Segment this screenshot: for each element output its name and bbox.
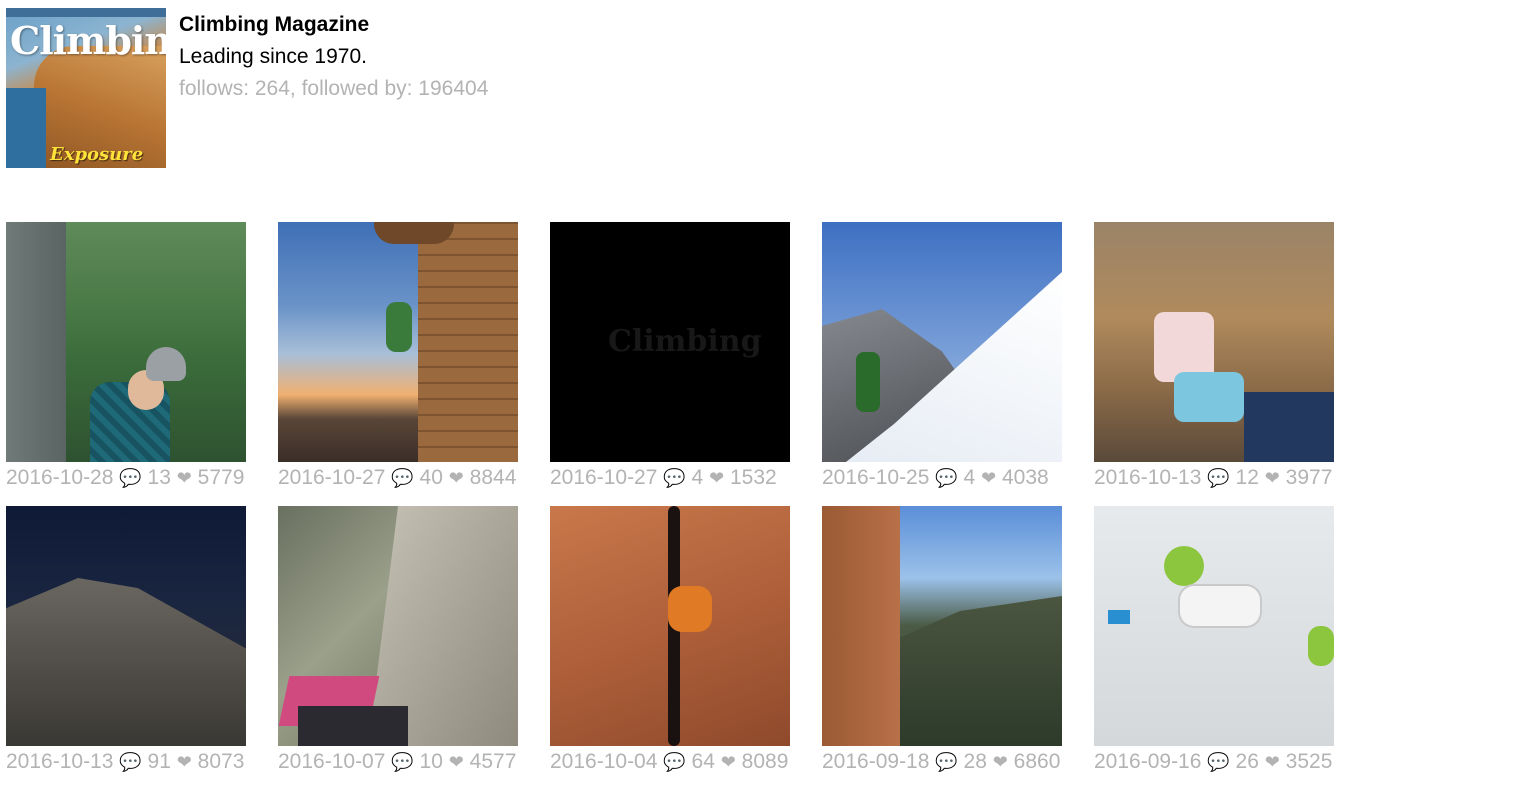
- post-photo[interactable]: [278, 222, 518, 462]
- post-card[interactable]: 2016-10-13 💬 91 ❤ 8073: [6, 506, 278, 782]
- comment-icon: 💬: [119, 752, 142, 772]
- comment-icon: 💬: [663, 468, 686, 488]
- post-photo[interactable]: [6, 222, 246, 462]
- comment-count: 91: [147, 750, 171, 773]
- heart-icon: ❤: [709, 468, 725, 488]
- post-meta: 2016-10-13 💬 12 ❤ 3977: [1094, 466, 1332, 490]
- like-count: 6860: [1013, 750, 1061, 773]
- profile-bio: Leading since 1970.: [179, 45, 367, 68]
- post-meta: 2016-10-07 💬 10 ❤ 4577: [278, 750, 516, 774]
- post-date: 2016-10-04: [550, 750, 658, 773]
- cover-logo: Climbing: [10, 18, 166, 63]
- like-count: 8844: [469, 466, 517, 489]
- post-date: 2016-10-13: [6, 750, 114, 773]
- comment-icon: 💬: [663, 752, 686, 772]
- comment-icon: 💬: [1207, 752, 1230, 772]
- post-meta: 2016-10-27 💬 4 ❤ 1532: [550, 466, 777, 490]
- like-count: 1532: [730, 466, 777, 489]
- cover-sea: [6, 88, 46, 168]
- post-card[interactable]: 2016-09-16 💬 26 ❤ 3525: [1094, 506, 1366, 782]
- like-count: 4038: [1002, 466, 1049, 489]
- post-meta: 2016-09-18 💬 28 ❤ 6860: [822, 750, 1060, 774]
- post-date: 2016-09-16: [1094, 750, 1202, 773]
- heart-icon: ❤: [176, 468, 192, 488]
- post-card[interactable]: Climbing 2016-10-27 💬 4 ❤ 1532: [550, 222, 822, 498]
- post-photo[interactable]: [822, 222, 1062, 462]
- post-meta: 2016-10-28 💬 13 ❤ 5779: [6, 466, 244, 490]
- like-count: 5779: [197, 466, 245, 489]
- comment-count: 4: [691, 466, 704, 489]
- post-meta: 2016-10-04 💬 64 ❤ 8089: [550, 750, 788, 774]
- post-card[interactable]: 2016-10-04 💬 64 ❤ 8089: [550, 506, 822, 782]
- cover-strip: [6, 8, 166, 17]
- heart-icon: ❤: [1264, 752, 1280, 772]
- post-card[interactable]: 2016-10-13 💬 12 ❤ 3977: [1094, 222, 1366, 498]
- comment-count: 64: [691, 750, 715, 773]
- post-meta: 2016-10-13 💬 91 ❤ 8073: [6, 750, 244, 774]
- comment-icon: 💬: [391, 468, 414, 488]
- post-photo[interactable]: [6, 506, 246, 746]
- comment-icon: 💬: [119, 468, 142, 488]
- like-count: 3525: [1285, 750, 1333, 773]
- comment-count: 10: [419, 750, 443, 773]
- profile-avatar[interactable]: Climbing Exposure: [6, 8, 166, 168]
- comment-count: 12: [1235, 466, 1259, 489]
- like-count: 8073: [197, 750, 245, 773]
- post-photo[interactable]: [1094, 222, 1334, 462]
- post-photo[interactable]: [822, 506, 1062, 746]
- post-photo[interactable]: [1094, 506, 1334, 746]
- post-date: 2016-10-25: [822, 466, 930, 489]
- comment-count: 40: [419, 466, 443, 489]
- post-photo[interactable]: [278, 506, 518, 746]
- profile-name[interactable]: Climbing Magazine: [179, 13, 369, 37]
- post-card[interactable]: 2016-10-28 💬 13 ❤ 5779: [6, 222, 278, 498]
- profile-stats: follows: 264, followed by: 196404: [179, 77, 489, 100]
- post-date: 2016-10-13: [1094, 466, 1202, 489]
- post-photo[interactable]: [550, 506, 790, 746]
- post-meta: 2016-10-25 💬 4 ❤ 4038: [822, 466, 1049, 490]
- post-card[interactable]: 2016-10-25 💬 4 ❤ 4038: [822, 222, 1094, 498]
- post-date: 2016-10-28: [6, 466, 114, 489]
- comment-icon: 💬: [1207, 468, 1230, 488]
- comment-count: 4: [963, 466, 976, 489]
- comment-count: 28: [963, 750, 987, 773]
- post-card[interactable]: 2016-10-27 💬 40 ❤ 8844: [278, 222, 550, 498]
- post-date: 2016-10-27: [278, 466, 386, 489]
- like-count: 3977: [1285, 466, 1333, 489]
- post-meta: 2016-09-16 💬 26 ❤ 3525: [1094, 750, 1332, 774]
- post-card[interactable]: 2016-09-18 💬 28 ❤ 6860: [822, 506, 1094, 782]
- post-date: 2016-10-07: [278, 750, 386, 773]
- heart-icon: ❤: [720, 752, 736, 772]
- post-photo[interactable]: Climbing: [550, 222, 790, 462]
- heart-icon: ❤: [1264, 468, 1280, 488]
- profile-header: Climbing Exposure Climbing Magazine Lead…: [6, 8, 706, 168]
- post-date: 2016-10-27: [550, 466, 658, 489]
- comment-icon: 💬: [935, 468, 958, 488]
- like-count: 8089: [741, 750, 789, 773]
- heart-icon: ❤: [176, 752, 192, 772]
- post-meta: 2016-10-27 💬 40 ❤ 8844: [278, 466, 516, 490]
- heart-icon: ❤: [448, 468, 464, 488]
- cover-subtitle: Exposure: [50, 144, 144, 165]
- post-card[interactable]: 2016-10-07 💬 10 ❤ 4577: [278, 506, 550, 782]
- comment-count: 26: [1235, 750, 1259, 773]
- like-count: 4577: [469, 750, 517, 773]
- heart-icon: ❤: [448, 752, 464, 772]
- comment-count: 13: [147, 466, 171, 489]
- comment-icon: 💬: [391, 752, 414, 772]
- comment-icon: 💬: [935, 752, 958, 772]
- heart-icon: ❤: [981, 468, 997, 488]
- heart-icon: ❤: [992, 752, 1008, 772]
- post-date: 2016-09-18: [822, 750, 930, 773]
- photo-watermark: Climbing: [608, 324, 762, 359]
